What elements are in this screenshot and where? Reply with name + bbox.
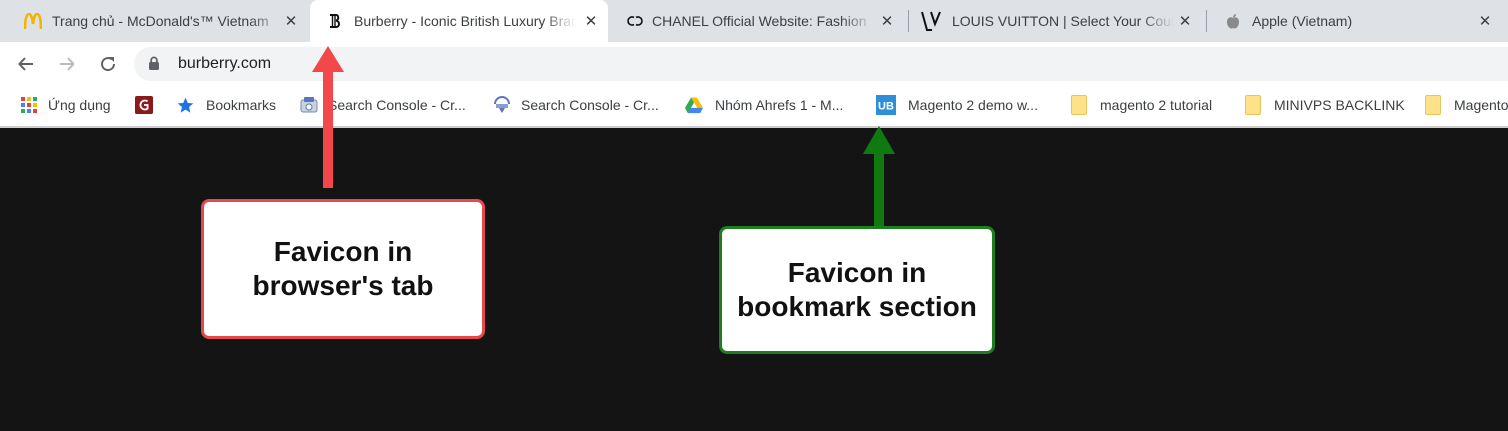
tab-favicon-callout: Favicon in browser's tab <box>201 199 485 339</box>
callout-line: browser's tab <box>252 270 434 301</box>
green-arrow-icon <box>863 126 895 226</box>
bookmark-favicon-callout: Favicon in bookmark section <box>719 226 995 354</box>
red-arrow-icon <box>312 46 344 188</box>
callout-line: Favicon in <box>273 236 413 267</box>
callout-line: bookmark section <box>737 291 977 322</box>
callout-line: Favicon in <box>787 257 927 288</box>
